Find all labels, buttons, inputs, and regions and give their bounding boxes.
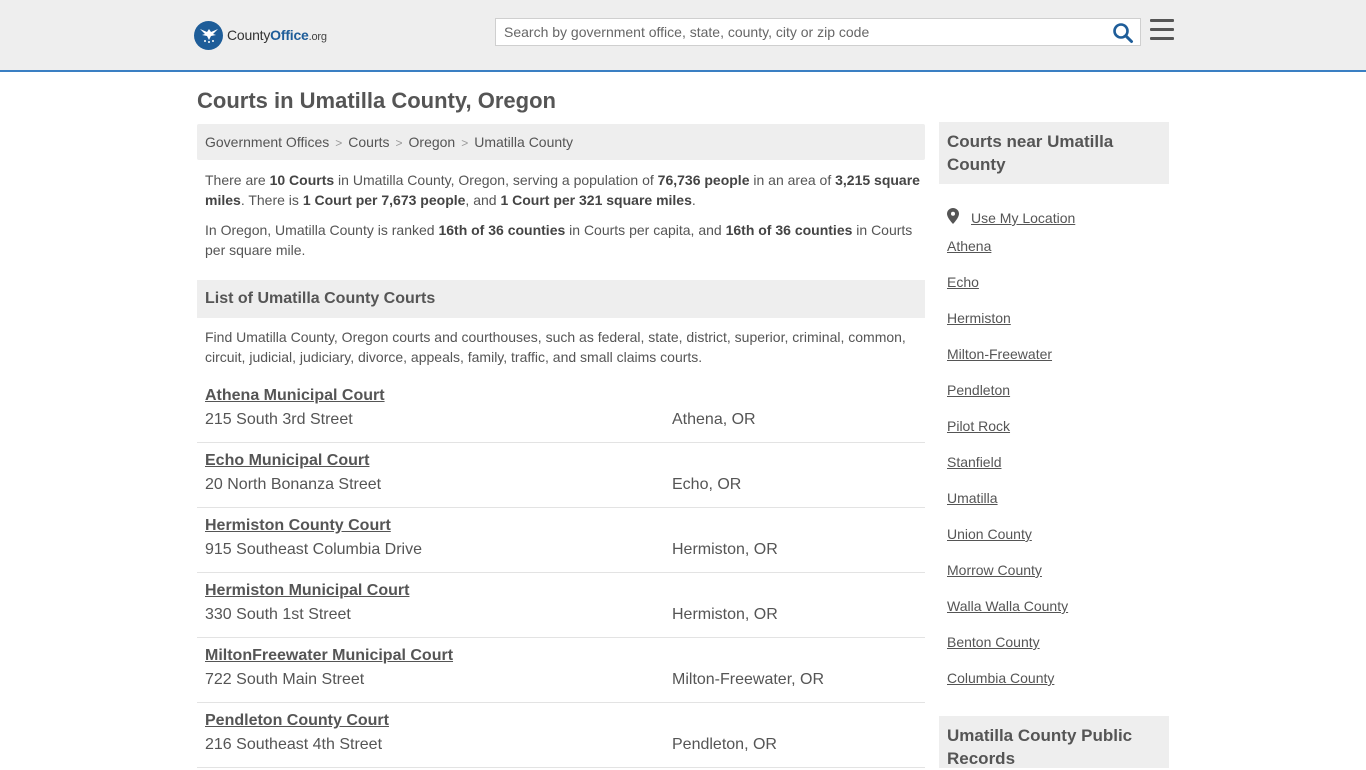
nearby-link-echo[interactable]: Echo <box>947 272 1167 308</box>
search-input[interactable] <box>496 19 1106 45</box>
court-address: 215 South 3rd Street <box>205 411 353 428</box>
site-logo[interactable]: CountyOffice.org <box>194 20 327 50</box>
chevron-right-icon: > <box>461 136 469 150</box>
breadcrumb: Government Offices > Courts > Oregon > Umatill… <box>197 124 925 160</box>
summary-paragraph: There are 10 Courts in Umatilla County, … <box>205 172 920 208</box>
breadcrumb-courts[interactable]: Courts <box>348 134 389 150</box>
court-city: Pendleton, OR <box>672 736 777 753</box>
court-city: Athena, OR <box>672 411 756 428</box>
court-name-link[interactable]: Pendleton County Court <box>205 712 389 730</box>
court-list: Athena Municipal Court 215 South 3rd Str… <box>197 378 925 768</box>
list-item: Pendleton County Court 216 Southeast 4th… <box>197 703 925 768</box>
court-city: Milton-Freewater, OR <box>672 671 825 688</box>
nearby-link-benton-county[interactable]: Benton County <box>947 632 1167 668</box>
logo-text: CountyOffice.org <box>227 27 327 43</box>
nearby-link-walla-walla-county[interactable]: Walla Walla County <box>947 596 1167 632</box>
court-list-heading: List of Umatilla County Courts <box>197 280 925 318</box>
court-address: 915 Southeast Columbia Drive <box>205 541 423 558</box>
chevron-right-icon: > <box>335 136 343 150</box>
nearby-link-hermiston[interactable]: Hermiston <box>947 308 1167 344</box>
nearby-link-stanfield[interactable]: Stanfield <box>947 452 1167 488</box>
nearby-link-columbia-county[interactable]: Columbia County <box>947 668 1167 704</box>
court-city: Hermiston, OR <box>672 606 778 623</box>
nearby-link-pendleton[interactable]: Pendleton <box>947 380 1167 416</box>
court-address: 20 North Bonanza Street <box>205 476 382 493</box>
breadcrumb-government-offices[interactable]: Government Offices <box>205 134 329 150</box>
search-box <box>495 18 1141 46</box>
chevron-right-icon: > <box>395 136 403 150</box>
breadcrumb-current: Umatilla County <box>474 134 574 150</box>
court-name-link[interactable]: Hermiston Municipal Court <box>205 582 409 600</box>
court-address: 216 Southeast 4th Street <box>205 736 383 753</box>
court-list-description: Find Umatilla County, Oregon courts and … <box>205 329 906 365</box>
nearby-link-union-county[interactable]: Union County <box>947 524 1167 560</box>
use-location-row: Use My Location <box>947 200 1167 236</box>
ranking-paragraph: In Oregon, Umatilla County is ranked 16t… <box>205 222 913 258</box>
nearby-link-pilot-rock[interactable]: Pilot Rock <box>947 416 1167 452</box>
list-item: Hermiston County Court 915 Southeast Col… <box>197 508 925 573</box>
map-pin-icon <box>947 208 959 224</box>
nearby-courts-heading: Courts near Umatilla County <box>939 122 1169 184</box>
search-icon[interactable] <box>1112 22 1134 44</box>
court-name-link[interactable]: Hermiston County Court <box>205 517 391 535</box>
nearby-list: Use My Location Athena Echo Hermiston Mi… <box>947 200 1167 704</box>
nearby-link-umatilla[interactable]: Umatilla <box>947 488 1167 524</box>
page-title: Courts in Umatilla County, Oregon <box>197 88 556 113</box>
breadcrumb-oregon[interactable]: Oregon <box>409 134 456 150</box>
use-location-link[interactable]: Use My Location <box>971 208 1075 228</box>
nearby-link-milton-freewater[interactable]: Milton-Freewater <box>947 344 1167 380</box>
list-item: Hermiston Municipal Court 330 South 1st … <box>197 573 925 638</box>
list-item: Echo Municipal Court 20 North Bonanza St… <box>197 443 925 508</box>
site-header: CountyOffice.org <box>0 0 1366 72</box>
list-item: MiltonFreewater Municipal Court 722 Sout… <box>197 638 925 703</box>
court-address: 722 South Main Street <box>205 671 365 688</box>
court-city: Hermiston, OR <box>672 541 778 558</box>
court-name-link[interactable]: Echo Municipal Court <box>205 452 369 470</box>
nearby-link-athena[interactable]: Athena <box>947 236 1167 272</box>
court-city: Echo, OR <box>672 476 742 493</box>
court-name-link[interactable]: MiltonFreewater Municipal Court <box>205 647 453 665</box>
hamburger-menu-icon[interactable] <box>1150 19 1174 41</box>
court-address: 330 South 1st Street <box>205 606 351 623</box>
eagle-icon <box>194 20 223 50</box>
public-records-heading: Umatilla County Public Records <box>939 716 1169 768</box>
list-item: Athena Municipal Court 215 South 3rd Str… <box>197 378 925 443</box>
nearby-link-morrow-county[interactable]: Morrow County <box>947 560 1167 596</box>
court-name-link[interactable]: Athena Municipal Court <box>205 387 385 405</box>
